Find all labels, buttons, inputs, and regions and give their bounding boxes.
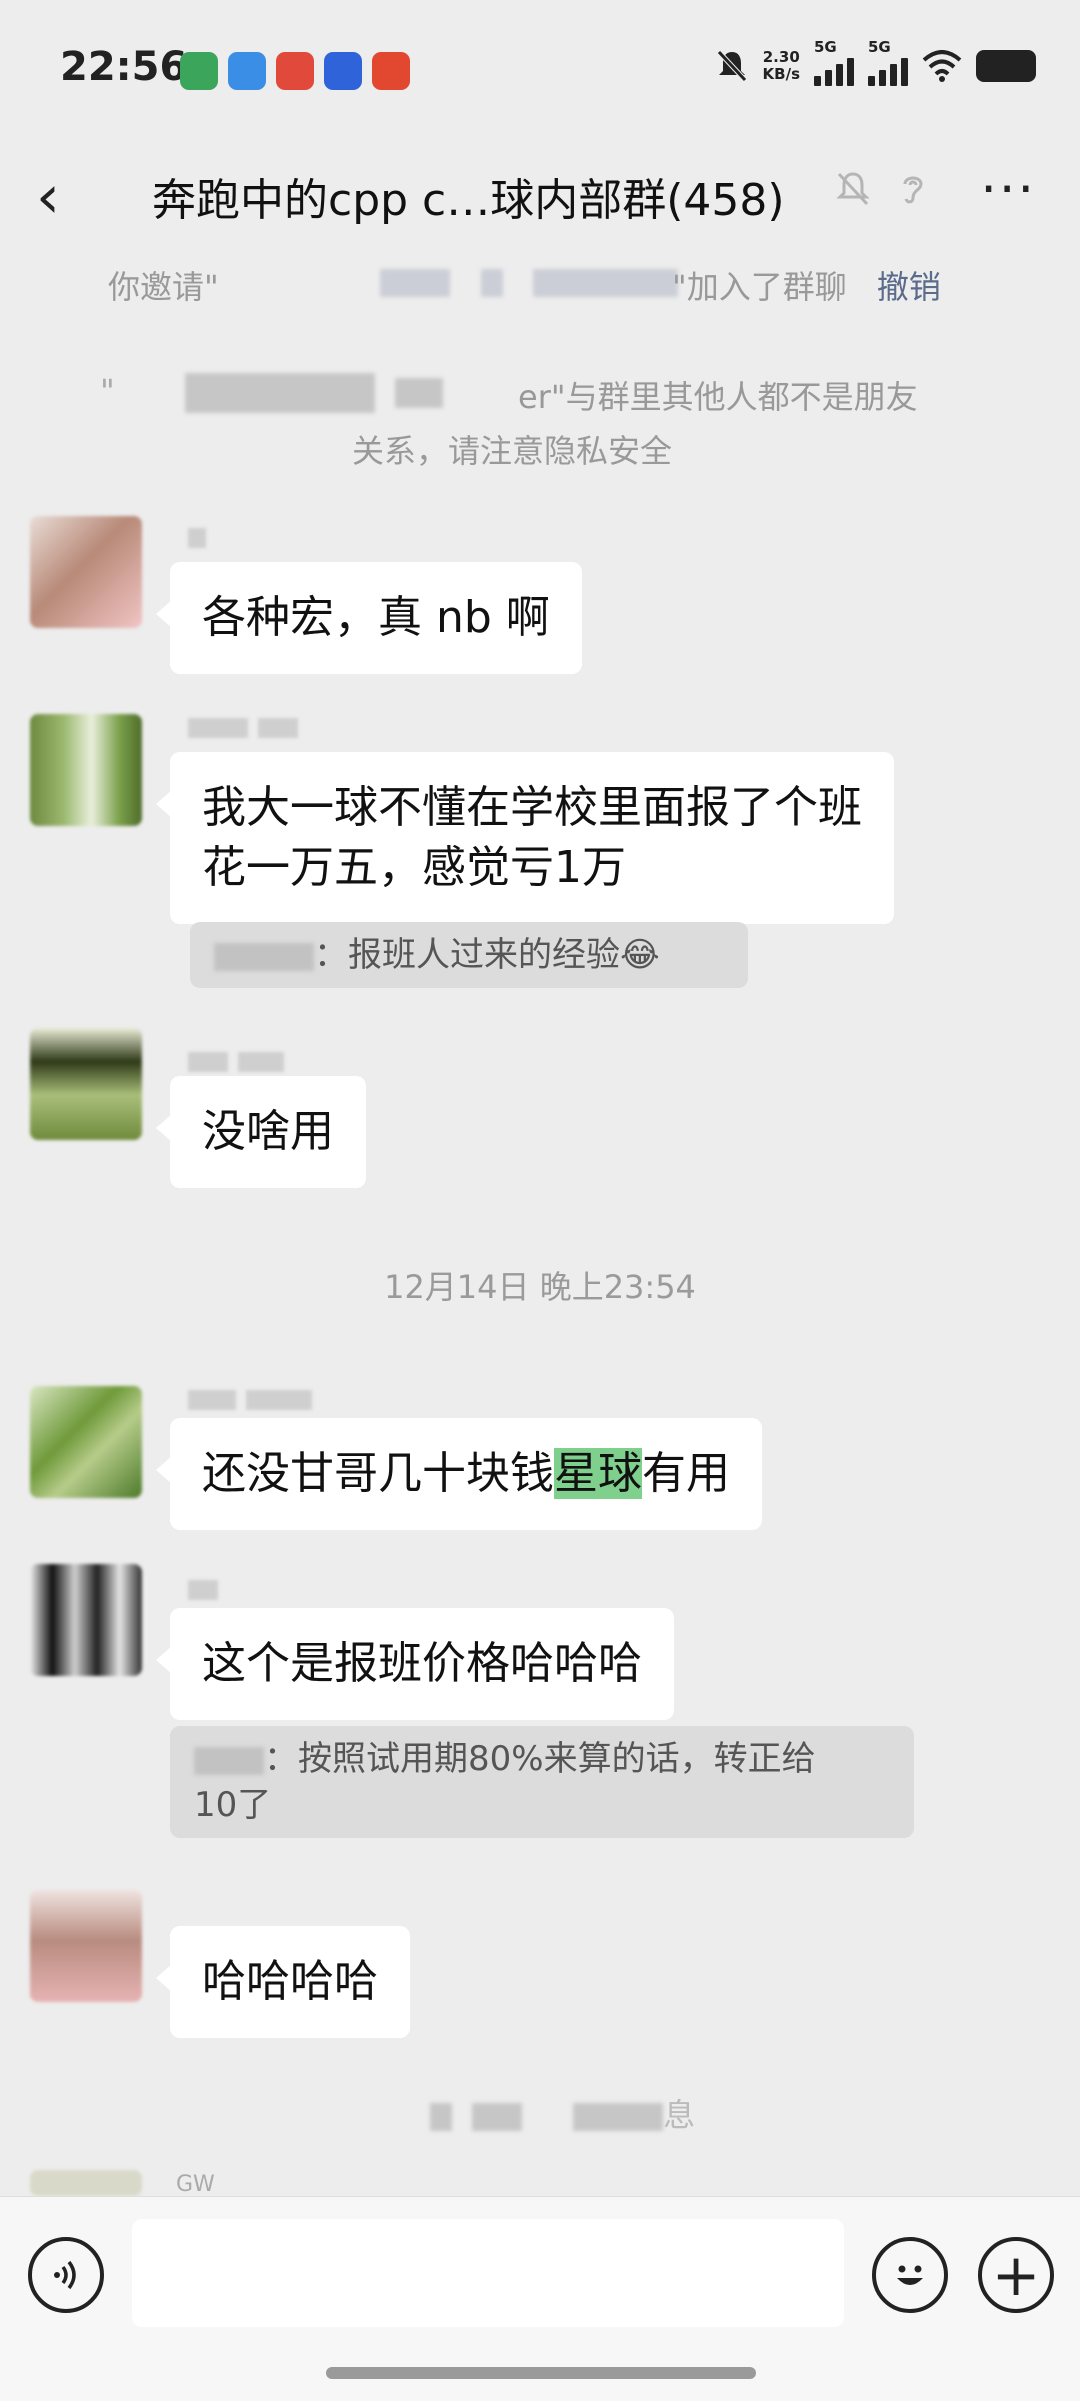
system-invite-notice: 你邀请" [108, 262, 219, 308]
invite-suffix: "加入了群聊 [672, 268, 847, 306]
privacy-notice-blur: " [100, 372, 444, 413]
message-bubble[interactable]: 还没甘哥几十块钱星球有用 [156, 1418, 762, 1530]
avatar[interactable] [30, 2170, 142, 2196]
avatar[interactable] [30, 1386, 142, 1498]
quoted-sender [214, 942, 314, 971]
avatar[interactable] [30, 1890, 142, 2002]
app-notification-icon [276, 52, 314, 90]
emoji-icon[interactable] [872, 2237, 948, 2313]
message-bubble[interactable]: 哈哈哈哈 [156, 1926, 410, 2038]
net-speed: 2.30 KB/s [763, 49, 800, 83]
net-speed-value: 2.30 [762, 48, 800, 66]
avatar[interactable] [30, 1028, 142, 1140]
sender-name [188, 1052, 284, 1074]
silent-icon [716, 50, 747, 82]
wifi-icon [922, 50, 962, 82]
battery-icon [976, 50, 1036, 82]
mute-icon [836, 172, 870, 206]
quoted-text: ：按照试用期80%来算的话，转正给 [264, 1739, 816, 1779]
status-bar: 22:56 2.30 KB/s 5G 5G [0, 0, 1080, 140]
chat-title: 奔跑中的cpp c…球内部群(458) [152, 175, 785, 226]
home-indicator[interactable] [326, 2367, 756, 2379]
more-icon[interactable]: ··· [980, 160, 1036, 220]
invite-names-blurred [380, 262, 679, 300]
sender-name [188, 718, 298, 740]
quoted-reply[interactable]: ：按照试用期80%来算的话，转正给 10了 [170, 1726, 914, 1838]
app-notification-icon [180, 52, 218, 90]
avatar[interactable] [30, 1564, 142, 1676]
sender-name [188, 1580, 218, 1602]
quoted-text: ：报班人过来的经验😂 [314, 935, 660, 975]
message-line: 花一万五，感觉亏1万 [202, 842, 626, 893]
bottom-system-notice: 息 [430, 2090, 695, 2136]
avatar[interactable] [30, 516, 142, 628]
message-bubble[interactable]: 各种宏，真 nb 啊 [156, 562, 582, 674]
sender-name [188, 528, 206, 550]
chat-header: ‹ 奔跑中的cpp c…球内部群(458) ··· [0, 140, 1080, 250]
message-input[interactable] [132, 2219, 844, 2327]
message-bubble[interactable]: 这个是报班价格哈哈哈 [156, 1608, 674, 1720]
privacy-notice-line2: 关系，请注意隐私安全 [352, 432, 673, 470]
app-notification-icon [228, 52, 266, 90]
status-right: 2.30 KB/s 5G 5G [715, 38, 1036, 86]
invite-suffix-row: "加入了群聊 撤销 [672, 262, 941, 308]
quoted-reply[interactable]: ：报班人过来的经验😂 [190, 922, 748, 988]
revoke-link[interactable]: 撤销 [877, 268, 941, 306]
voice-icon[interactable] [28, 2237, 104, 2313]
notification-icons [180, 52, 410, 90]
highlighted-keyword[interactable]: 星球 [554, 1448, 642, 1499]
privacy-notice-line1: er"与群里其他人都不是朋友 [518, 378, 918, 416]
quoted-sender [194, 1746, 264, 1775]
avatar[interactable] [30, 714, 142, 826]
signal-icon-sim1: 5G [814, 38, 854, 86]
message-text: 有用 [642, 1448, 730, 1499]
invite-prefix: 你邀请" [108, 268, 219, 306]
partial-sender-name: GW [176, 2172, 215, 2197]
net-speed-unit: KB/s [762, 65, 800, 83]
app-notification-icon [372, 52, 410, 90]
bottom-notice-text: 息 [663, 2096, 696, 2134]
status-time: 22:56 [60, 44, 188, 90]
message-bubble[interactable]: 我大一球不懂在学校里面报了个班 花一万五，感觉亏1万 [156, 752, 894, 924]
message-line: 我大一球不懂在学校里面报了个班 [202, 782, 862, 833]
back-icon[interactable]: ‹ [36, 162, 60, 232]
signal-icon-sim2: 5G [868, 38, 908, 86]
sender-name [188, 1390, 312, 1412]
app-notification-icon [324, 52, 362, 90]
message-bubble[interactable]: 没啥用 [156, 1076, 366, 1188]
plus-icon[interactable]: + [978, 2237, 1054, 2313]
quoted-text: 10了 [194, 1785, 272, 1825]
sim2-label: 5G [868, 38, 891, 56]
sim1-label: 5G [814, 38, 837, 56]
ear-icon [903, 176, 923, 204]
chat-timestamp: 12月14日 晚上23:54 [384, 1268, 696, 1306]
message-text: 还没甘哥几十块钱 [202, 1448, 554, 1499]
